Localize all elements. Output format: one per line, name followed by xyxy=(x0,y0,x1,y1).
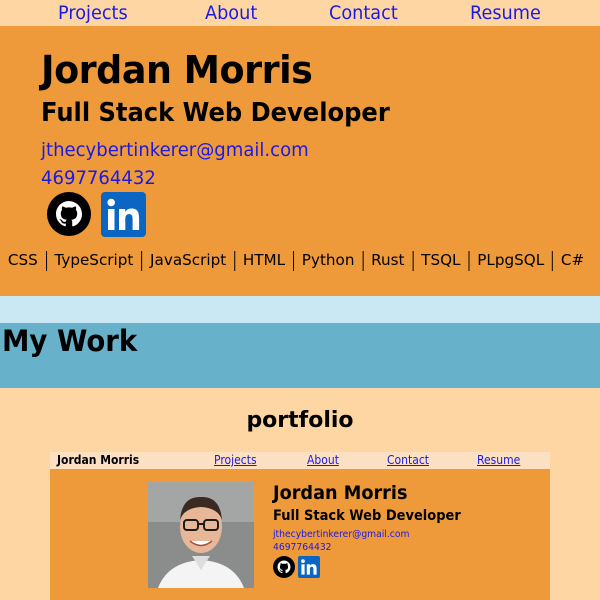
my-work-header: My Work xyxy=(0,323,600,388)
github-icon xyxy=(47,192,91,236)
profile-photo xyxy=(148,482,254,588)
my-work-heading: My Work xyxy=(2,324,138,358)
phone-link[interactable]: 4697764432 xyxy=(41,167,156,189)
preview-name: Jordan Morris xyxy=(273,482,408,504)
linkedin-icon xyxy=(101,192,146,237)
preview-role: Full Stack Web Developer xyxy=(273,508,461,524)
email-link[interactable]: jthecybertinkerer@gmail.com xyxy=(41,139,309,161)
top-nav: Projects About Contact Resume xyxy=(0,0,600,26)
skill-item: Rust xyxy=(371,251,405,269)
skill-item: HTML xyxy=(242,251,286,269)
skill-item: C# xyxy=(560,251,585,269)
portfolio-preview[interactable]: Jordan Morris Projects About Contact Res… xyxy=(50,452,550,600)
preview-linkedin-icon[interactable] xyxy=(298,556,320,578)
preview-email-link[interactable]: jthecybertinkerer@gmail.com xyxy=(273,529,409,540)
nav-link-about[interactable]: About xyxy=(205,0,257,26)
skill-item: TypeScript xyxy=(54,251,134,269)
portfolio-title: portfolio xyxy=(246,408,354,433)
preview-brand: Jordan Morris xyxy=(57,453,140,467)
linkedin-link[interactable] xyxy=(101,192,146,237)
hero-role: Full Stack Web Developer xyxy=(41,98,390,128)
nav-link-projects[interactable]: Projects xyxy=(58,0,128,26)
skills-list: CSS TypeScript JavaScript HTML Python Rust TSQ… xyxy=(0,248,588,272)
preview-nav-link-resume[interactable]: Resume xyxy=(477,452,520,469)
nav-link-contact[interactable]: Contact xyxy=(329,0,398,26)
hero-section: Jordan Morris Full Stack Web Developer j… xyxy=(0,26,600,296)
preview-nav-link-projects[interactable]: Projects xyxy=(214,452,257,469)
nav-link-resume[interactable]: Resume xyxy=(470,0,541,26)
hero-name: Jordan Morris xyxy=(41,48,313,92)
github-link[interactable] xyxy=(47,192,91,236)
section-divider xyxy=(0,296,600,323)
preview-nav: Jordan Morris Projects About Contact Res… xyxy=(50,452,550,469)
preview-nav-link-about[interactable]: About xyxy=(307,452,339,469)
skill-item: TSQL xyxy=(421,251,461,269)
preview-nav-link-contact[interactable]: Contact xyxy=(387,452,429,469)
preview-github-icon[interactable] xyxy=(273,556,295,578)
skill-item: PLpgSQL xyxy=(477,251,545,269)
skill-item: Python xyxy=(301,251,355,269)
skill-item: CSS xyxy=(7,251,38,269)
skill-item: JavaScript xyxy=(150,251,227,269)
preview-phone-link[interactable]: 4697764432 xyxy=(273,542,332,553)
